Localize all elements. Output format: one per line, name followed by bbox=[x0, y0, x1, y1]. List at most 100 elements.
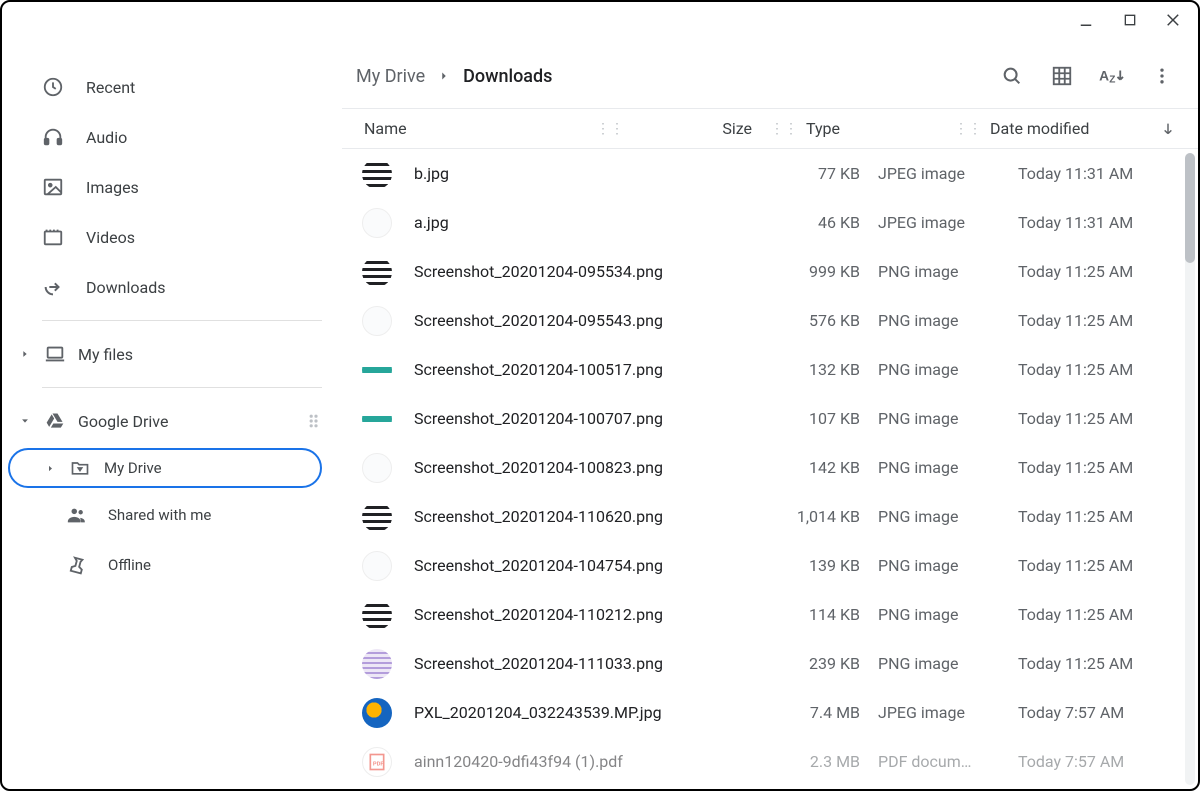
sidebar-item-my-drive[interactable]: My Drive bbox=[8, 448, 322, 488]
file-row[interactable]: Screenshot_20201204-104754.png139 KBPNG … bbox=[342, 541, 1198, 590]
file-type: PNG image bbox=[878, 605, 1018, 624]
file-date: Today 11:25 AM bbox=[1018, 262, 1198, 281]
file-type: PNG image bbox=[878, 556, 1018, 575]
sidebar-item-images[interactable]: Images bbox=[2, 162, 342, 212]
file-row[interactable]: Screenshot_20201204-095543.png576 KBPNG … bbox=[342, 296, 1198, 345]
file-thumbnail bbox=[362, 600, 392, 630]
view-grid-button[interactable] bbox=[1040, 56, 1084, 96]
file-date: Today 11:25 AM bbox=[1018, 458, 1198, 477]
sidebar-item-downloads[interactable]: Downloads bbox=[2, 262, 342, 312]
sidebar-item-recent[interactable]: Recent bbox=[2, 62, 342, 112]
column-resize-handle[interactable]: ⋮⋮ bbox=[588, 121, 632, 137]
maximize-button[interactable] bbox=[1120, 10, 1140, 30]
sidebar-item-offline[interactable]: Offline bbox=[2, 540, 342, 590]
breadcrumb-current: Downloads bbox=[463, 66, 552, 87]
file-row[interactable]: Screenshot_20201204-100517.png132 KBPNG … bbox=[342, 345, 1198, 394]
close-button[interactable] bbox=[1164, 10, 1184, 30]
file-row[interactable]: Screenshot_20201204-100707.png107 KBPNG … bbox=[342, 394, 1198, 443]
file-type: PNG image bbox=[878, 311, 1018, 330]
file-thumbnail bbox=[362, 208, 392, 238]
file-row[interactable]: Screenshot_20201204-095534.png999 KBPNG … bbox=[342, 247, 1198, 296]
sidebar-item-label: Audio bbox=[86, 128, 127, 147]
sidebar-group-label: My files bbox=[78, 345, 133, 364]
google-drive-icon bbox=[44, 410, 66, 432]
sidebar-item-shared-with-me[interactable]: Shared with me bbox=[2, 490, 342, 540]
file-row[interactable]: a.jpg46 KBJPEG imageToday 11:31 AM bbox=[342, 198, 1198, 247]
scrollbar-thumb[interactable] bbox=[1185, 153, 1195, 263]
laptop-icon bbox=[44, 343, 66, 365]
column-header-date[interactable]: Date modified bbox=[990, 119, 1160, 138]
file-name: PXL_20201204_032243539.MP.jpg bbox=[414, 703, 748, 722]
file-row[interactable]: PDF ainn120420-9dfi43f94 (1).pdf2.3 MBPDF… bbox=[342, 737, 1198, 786]
sort-button[interactable]: AZ bbox=[1090, 56, 1134, 96]
sidebar-group-google-drive[interactable]: Google Drive bbox=[2, 396, 342, 446]
file-thumbnail bbox=[362, 453, 392, 483]
file-type: JPEG image bbox=[878, 213, 1018, 232]
chevron-right-icon bbox=[44, 464, 56, 473]
file-date: Today 11:25 AM bbox=[1018, 409, 1198, 428]
file-date: Today 11:31 AM bbox=[1018, 213, 1198, 232]
sidebar-item-label: Offline bbox=[108, 556, 151, 574]
file-type: PDF docum… bbox=[878, 752, 1018, 771]
file-name: Screenshot_20201204-104754.png bbox=[414, 556, 748, 575]
file-row[interactable]: Screenshot_20201204-111033.png239 KBPNG … bbox=[342, 639, 1198, 688]
file-name: Screenshot_20201204-110620.png bbox=[414, 507, 748, 526]
chevron-right-icon bbox=[437, 69, 451, 83]
file-type: PNG image bbox=[878, 262, 1018, 281]
file-row[interactable]: b.jpg77 KBJPEG imageToday 11:31 AM bbox=[342, 149, 1198, 198]
clock-icon bbox=[42, 76, 64, 98]
sort-descending-icon[interactable] bbox=[1160, 121, 1188, 137]
pin-icon bbox=[66, 554, 88, 576]
file-date: Today 11:25 AM bbox=[1018, 556, 1198, 575]
sidebar-item-label: Videos bbox=[86, 228, 135, 247]
column-resize-handle[interactable]: ⋮⋮ bbox=[762, 121, 806, 137]
file-date: Today 11:25 AM bbox=[1018, 605, 1198, 624]
file-size: 139 KB bbox=[748, 556, 878, 575]
video-icon bbox=[42, 226, 64, 248]
column-header-name[interactable]: Name bbox=[362, 119, 588, 138]
file-date: Today 11:25 AM bbox=[1018, 311, 1198, 330]
minimize-button[interactable] bbox=[1076, 10, 1096, 30]
chevron-down-icon bbox=[18, 416, 32, 426]
file-date: Today 11:31 AM bbox=[1018, 164, 1198, 183]
file-name: Screenshot_20201204-100707.png bbox=[414, 409, 748, 428]
file-row[interactable]: Screenshot_20201204-110212.png114 KBPNG … bbox=[342, 590, 1198, 639]
file-thumbnail bbox=[362, 355, 392, 385]
column-header-type[interactable]: Type bbox=[806, 119, 946, 138]
file-name: ainn120420-9dfi43f94 (1).pdf bbox=[414, 752, 748, 771]
column-header-size[interactable]: Size bbox=[632, 119, 762, 138]
file-row[interactable]: Screenshot_20201204-100823.png142 KBPNG … bbox=[342, 443, 1198, 492]
file-size: 107 KB bbox=[748, 409, 878, 428]
svg-text:A: A bbox=[1099, 69, 1109, 84]
file-thumbnail bbox=[362, 404, 392, 434]
file-table-header: Name ⋮⋮ Size ⋮⋮ Type ⋮⋮ Date modified bbox=[342, 109, 1198, 149]
sidebar-item-label: My Drive bbox=[104, 459, 162, 477]
more-options-button[interactable] bbox=[1140, 56, 1184, 96]
file-row[interactable]: PXL_20201204_032243539.MP.jpg7.4 MBJPEG … bbox=[342, 688, 1198, 737]
file-type: PNG image bbox=[878, 458, 1018, 477]
file-row[interactable]: Screenshot_20201204-110620.png1,014 KBPN… bbox=[342, 492, 1198, 541]
sidebar-item-audio[interactable]: Audio bbox=[2, 112, 342, 162]
file-size: 576 KB bbox=[748, 311, 878, 330]
file-thumbnail bbox=[362, 649, 392, 679]
file-list[interactable]: b.jpg77 KBJPEG imageToday 11:31 AMa.jpg4… bbox=[342, 149, 1198, 789]
file-type: PNG image bbox=[878, 360, 1018, 379]
file-thumbnail: PDF bbox=[362, 747, 392, 777]
file-size: 2.3 MB bbox=[748, 752, 878, 771]
breadcrumb-parent[interactable]: My Drive bbox=[356, 66, 425, 87]
svg-text:PDF: PDF bbox=[373, 761, 385, 767]
file-thumbnail bbox=[362, 257, 392, 287]
sidebar-item-videos[interactable]: Videos bbox=[2, 212, 342, 262]
search-button[interactable] bbox=[990, 56, 1034, 96]
file-size: 239 KB bbox=[748, 654, 878, 673]
file-type: PNG image bbox=[878, 654, 1018, 673]
eject-icon[interactable] bbox=[308, 413, 324, 429]
file-name: Screenshot_20201204-100823.png bbox=[414, 458, 748, 477]
file-size: 7.4 MB bbox=[748, 703, 878, 722]
file-date: Today 11:25 AM bbox=[1018, 654, 1198, 673]
file-size: 77 KB bbox=[748, 164, 878, 183]
column-resize-handle[interactable]: ⋮⋮ bbox=[946, 121, 990, 137]
file-size: 46 KB bbox=[748, 213, 878, 232]
file-name: Screenshot_20201204-095543.png bbox=[414, 311, 748, 330]
sidebar-group-myfiles[interactable]: My files bbox=[2, 329, 342, 379]
